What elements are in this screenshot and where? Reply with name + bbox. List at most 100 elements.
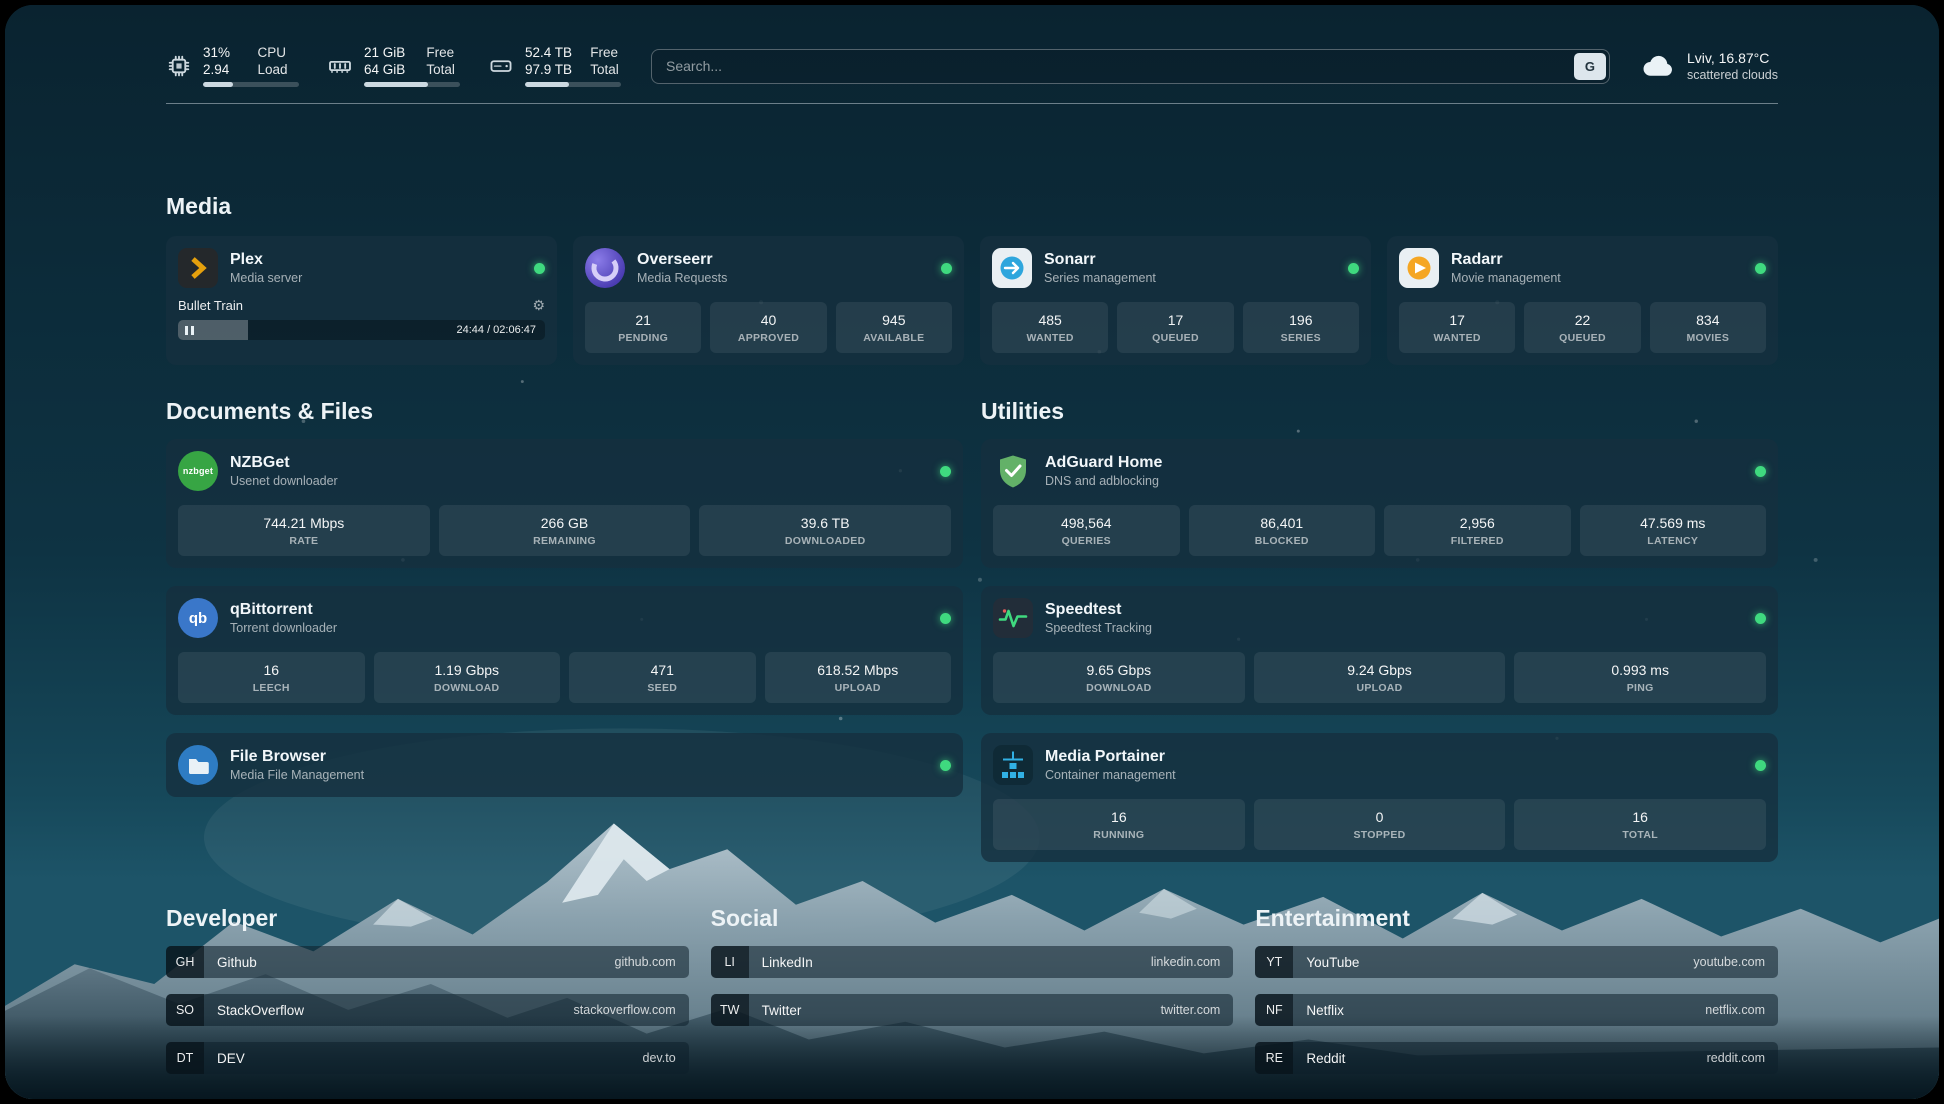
memory-usage-bar	[364, 82, 460, 87]
memory-total-label: Total	[426, 62, 460, 78]
disk-free-label: Free	[590, 45, 621, 61]
bookmark-youtube[interactable]: YT YouTube youtube.com	[1255, 946, 1778, 978]
bookmark-name: DEV	[204, 1051, 245, 1066]
stat-label: DOWNLOAD	[997, 682, 1241, 694]
overseerr-service-link[interactable]: Overseerr Media Requests	[585, 248, 952, 288]
qbittorrent-seed-stat: 471 SEED	[569, 652, 756, 703]
stat-value: 471	[573, 662, 752, 678]
nzbget-downloaded-stat: 39.6 TB DOWNLOADED	[699, 505, 951, 556]
entertainment-bookmarks: Entertainment YT YouTube youtube.com NF …	[1255, 904, 1778, 1074]
cpu-load-value: 2.94	[203, 62, 241, 78]
memory-icon	[327, 53, 353, 79]
bookmark-url: reddit.com	[1707, 1051, 1778, 1065]
portainer-running-stat: 16 RUNNING	[993, 799, 1245, 850]
nzbget-icon: nzbget	[178, 451, 218, 491]
status-dot	[940, 466, 951, 477]
cpu-usage-bar-fill	[203, 82, 233, 87]
sonarr-card: Sonarr Series management 485 WANTED 17 Q…	[980, 236, 1371, 365]
stat-value: 196	[1247, 312, 1355, 328]
bookmark-url: github.com	[615, 955, 689, 969]
bookmark-url: linkedin.com	[1151, 955, 1233, 969]
cpu-load-label: Load	[257, 62, 299, 78]
memory-total-value: 64 GiB	[364, 62, 410, 78]
social-section-title: Social	[711, 904, 1234, 932]
speedtest-upload-stat: 9.24 Gbps UPLOAD	[1254, 652, 1506, 703]
qbittorrent-upload-stat: 618.52 Mbps UPLOAD	[765, 652, 952, 703]
stat-label: LEECH	[182, 682, 361, 694]
stat-value: 618.52 Mbps	[769, 662, 948, 678]
speedtest-service-link[interactable]: Speedtest Speedtest Tracking	[993, 598, 1766, 638]
search-input[interactable]	[655, 58, 1574, 74]
bookmark-abbr: NF	[1255, 994, 1293, 1026]
status-dot	[1755, 466, 1766, 477]
bookmark-abbr: LI	[711, 946, 749, 978]
stat-value: 485	[996, 312, 1104, 328]
adguard-filtered-stat: 2,956 FILTERED	[1384, 505, 1571, 556]
portainer-service-link[interactable]: Media Portainer Container management	[993, 745, 1766, 785]
stat-value: 21	[589, 312, 697, 328]
stat-value: 47.569 ms	[1584, 515, 1763, 531]
settings-icon[interactable]: ⚙	[532, 297, 545, 314]
radarr-queued-stat: 22 QUEUED	[1524, 302, 1640, 353]
bookmark-stackoverflow[interactable]: SO StackOverflow stackoverflow.com	[166, 994, 689, 1026]
bookmark-twitter[interactable]: TW Twitter twitter.com	[711, 994, 1234, 1026]
nzbget-service-link[interactable]: nzbget NZBGet Usenet downloader	[178, 451, 951, 491]
stat-label: WANTED	[996, 332, 1104, 344]
dashboard-content: 31% CPU 2.94 Load	[166, 5, 1778, 1074]
bookmark-linkedin[interactable]: LI LinkedIn linkedin.com	[711, 946, 1234, 978]
bookmark-dev[interactable]: DT DEV dev.to	[166, 1042, 689, 1074]
bookmark-abbr: RE	[1255, 1042, 1293, 1074]
radarr-movies-stat: 834 MOVIES	[1650, 302, 1766, 353]
qbittorrent-card: qb qBittorrent Torrent downloader 16	[166, 586, 963, 715]
search-provider-button[interactable]: G	[1574, 53, 1606, 80]
adguard-latency-stat: 47.569 ms LATENCY	[1580, 505, 1767, 556]
radarr-service-link[interactable]: Radarr Movie management	[1399, 248, 1766, 288]
filebrowser-service-link[interactable]: File Browser Media File Management	[178, 745, 951, 785]
cpu-label: CPU	[257, 45, 299, 61]
pause-icon	[185, 326, 194, 335]
stat-value: 22	[1528, 312, 1636, 328]
bookmark-name: Github	[204, 955, 257, 970]
bookmark-abbr: TW	[711, 994, 749, 1026]
bookmark-abbr: SO	[166, 994, 204, 1026]
service-subtitle: Media File Management	[230, 768, 364, 783]
stat-value: 266 GB	[443, 515, 687, 531]
service-name: Plex	[230, 250, 302, 269]
bookmark-reddit[interactable]: RE Reddit reddit.com	[1255, 1042, 1778, 1074]
stat-value: 1.19 Gbps	[378, 662, 557, 678]
bookmark-github[interactable]: GH Github github.com	[166, 946, 689, 978]
service-subtitle: Usenet downloader	[230, 474, 338, 489]
portainer-card: Media Portainer Container management 16 …	[981, 733, 1778, 862]
service-subtitle: Series management	[1044, 271, 1156, 286]
sonarr-icon	[992, 248, 1032, 288]
plex-service-link[interactable]: Plex Media server	[178, 248, 545, 288]
bookmark-name: Twitter	[749, 1003, 802, 1018]
stat-label: RUNNING	[997, 829, 1241, 841]
bookmark-netflix[interactable]: NF Netflix netflix.com	[1255, 994, 1778, 1026]
radarr-icon	[1399, 248, 1439, 288]
stat-label: UPLOAD	[769, 682, 948, 694]
stat-label: BLOCKED	[1193, 535, 1372, 547]
portainer-stopped-stat: 0 STOPPED	[1254, 799, 1506, 850]
stat-label: SEED	[573, 682, 752, 694]
status-dot	[1755, 760, 1766, 771]
stat-value: 16	[997, 809, 1241, 825]
adguard-service-link[interactable]: AdGuard Home DNS and adblocking	[993, 451, 1766, 491]
stat-value: 0.993 ms	[1518, 662, 1762, 678]
service-subtitle: Movie management	[1451, 271, 1561, 286]
documents-section-title: Documents & Files	[166, 397, 963, 425]
media-section-title: Media	[166, 192, 1778, 220]
nzbget-remaining-stat: 266 GB REMAINING	[439, 505, 691, 556]
bookmark-url: twitter.com	[1161, 1003, 1234, 1017]
stat-label: APPROVED	[714, 332, 822, 344]
stat-value: 16	[182, 662, 361, 678]
service-subtitle: Media Requests	[637, 271, 727, 286]
qbittorrent-service-link[interactable]: qb qBittorrent Torrent downloader	[178, 598, 951, 638]
stat-label: PENDING	[589, 332, 697, 344]
topbar: 31% CPU 2.94 Load	[166, 43, 1778, 89]
stat-label: DOWNLOADED	[703, 535, 947, 547]
utilities-section: Utilities AdGuard Home DNS and adblockin…	[981, 397, 1778, 862]
stat-label: WANTED	[1403, 332, 1511, 344]
sonarr-service-link[interactable]: Sonarr Series management	[992, 248, 1359, 288]
speedtest-icon	[993, 598, 1033, 638]
